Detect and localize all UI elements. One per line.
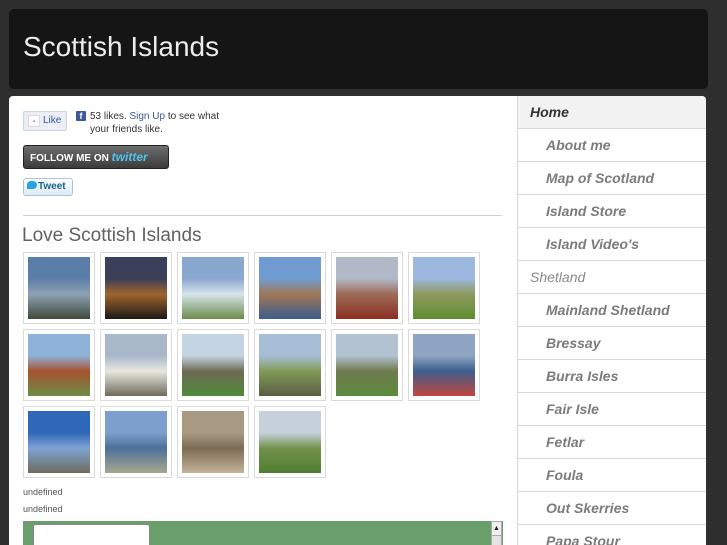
photo-harbour-village — [259, 257, 321, 319]
photo-red-moor-hills — [336, 257, 398, 319]
nav-item-out-skerries[interactable]: Out Skerries — [518, 492, 706, 525]
gallery-thumbnail[interactable] — [408, 329, 480, 401]
nav-item-map-of-scotland[interactable]: Map of Scotland — [518, 162, 706, 195]
thumbs-up-icon — [28, 115, 40, 127]
photo-colorful-harbour — [413, 334, 475, 396]
photo-sunset-stones — [105, 257, 167, 319]
map-info-box — [33, 524, 150, 545]
photo-rocky-grassland — [259, 334, 321, 396]
nav-item-island-video-s[interactable]: Island Video's — [518, 228, 706, 261]
nav-item-burra-isles[interactable]: Burra Isles — [518, 360, 706, 393]
photo-sea-stack — [28, 334, 90, 396]
nav-item-about-me[interactable]: About me — [518, 129, 706, 162]
photo-beach-bay — [182, 257, 244, 319]
follow-on-twitter-button[interactable]: FOLLOW ME ON twitter — [23, 145, 169, 169]
tweet-label: Tweet — [38, 181, 66, 192]
gallery-thumbnail[interactable] — [254, 252, 326, 324]
photo-green-field-house — [413, 257, 475, 319]
divider — [23, 215, 502, 216]
gallery-thumbnail[interactable] — [177, 252, 249, 324]
nav-item-mainland-shetland[interactable]: Mainland Shetland — [518, 294, 706, 327]
gallery-thumbnail[interactable] — [100, 329, 172, 401]
facebook-signup-link[interactable]: Sign Up — [129, 111, 165, 122]
gallery-thumbnail[interactable] — [331, 252, 403, 324]
nav-item-fair-isle[interactable]: Fair Isle — [518, 393, 706, 426]
undefined-text-2: undefined — [23, 504, 63, 514]
nav-item-bressay[interactable]: Bressay — [518, 327, 706, 360]
gallery-thumbnail[interactable] — [100, 406, 172, 478]
nav-item-shetland[interactable]: Shetland — [518, 261, 706, 294]
gallery-thumbnail[interactable] — [23, 329, 95, 401]
gallery-thumbnail[interactable] — [100, 252, 172, 324]
scroll-up-arrow-icon[interactable]: ▲ — [491, 521, 502, 536]
gallery-title: Love Scottish Islands — [22, 225, 202, 246]
facebook-like-label: Like — [43, 115, 62, 126]
undefined-text-1: undefined — [23, 487, 63, 497]
gallery-thumbnail[interactable] — [408, 252, 480, 324]
scrollbar-track[interactable] — [491, 536, 502, 545]
photo-blue-sky-cliffs — [28, 411, 90, 473]
nav-item-home[interactable]: Home — [518, 96, 706, 129]
nav-item-papa-stour[interactable]: Papa Stour — [518, 525, 706, 545]
gallery-thumbnail[interactable] — [177, 329, 249, 401]
gallery-thumbnail[interactable] — [254, 329, 326, 401]
nav-item-foula[interactable]: Foula — [518, 459, 706, 492]
photo-stone-dwelling — [182, 411, 244, 473]
photo-mountain-coast — [28, 257, 90, 319]
gallery-thumbnail[interactable] — [23, 252, 95, 324]
site-title[interactable]: Scottish Islands — [23, 31, 219, 63]
main-content: Like f 53 likes. Sign Up to see what you… — [9, 96, 517, 545]
facebook-like-button[interactable]: Like — [23, 111, 67, 131]
photo-meadow-ruins — [259, 411, 321, 473]
nav-item-island-store[interactable]: Island Store — [518, 195, 706, 228]
map-embed[interactable] — [23, 521, 503, 545]
site-header: Scottish Islands — [9, 9, 708, 89]
nav-list: Home About me Map of Scotland Island Store I… — [518, 96, 706, 545]
twitter-logo: twitter — [111, 150, 148, 164]
follow-prefix: FOLLOW ME ON — [30, 153, 109, 164]
tweet-button[interactable]: Tweet — [23, 178, 73, 196]
gallery-thumbnail[interactable] — [254, 406, 326, 478]
likes-count: 53 likes. — [90, 111, 127, 122]
gallery-thumbnail[interactable] — [177, 406, 249, 478]
photo-green-hillside — [336, 334, 398, 396]
gallery-thumbnail[interactable] — [331, 329, 403, 401]
photo-island-coastline — [105, 411, 167, 473]
gallery-thumbnail[interactable] — [23, 406, 95, 478]
facebook-icon: f — [76, 111, 86, 121]
nav-item-fetlar[interactable]: Fetlar — [518, 426, 706, 459]
twitter-bird-icon — [27, 181, 37, 189]
photo-white-cottages — [105, 334, 167, 396]
photo-ruined-abbey — [182, 334, 244, 396]
facebook-like-count: 53 likes. Sign Up to see what your frien… — [90, 110, 230, 136]
sidebar-nav: Home About me Map of Scotland Island Store I… — [517, 96, 706, 545]
